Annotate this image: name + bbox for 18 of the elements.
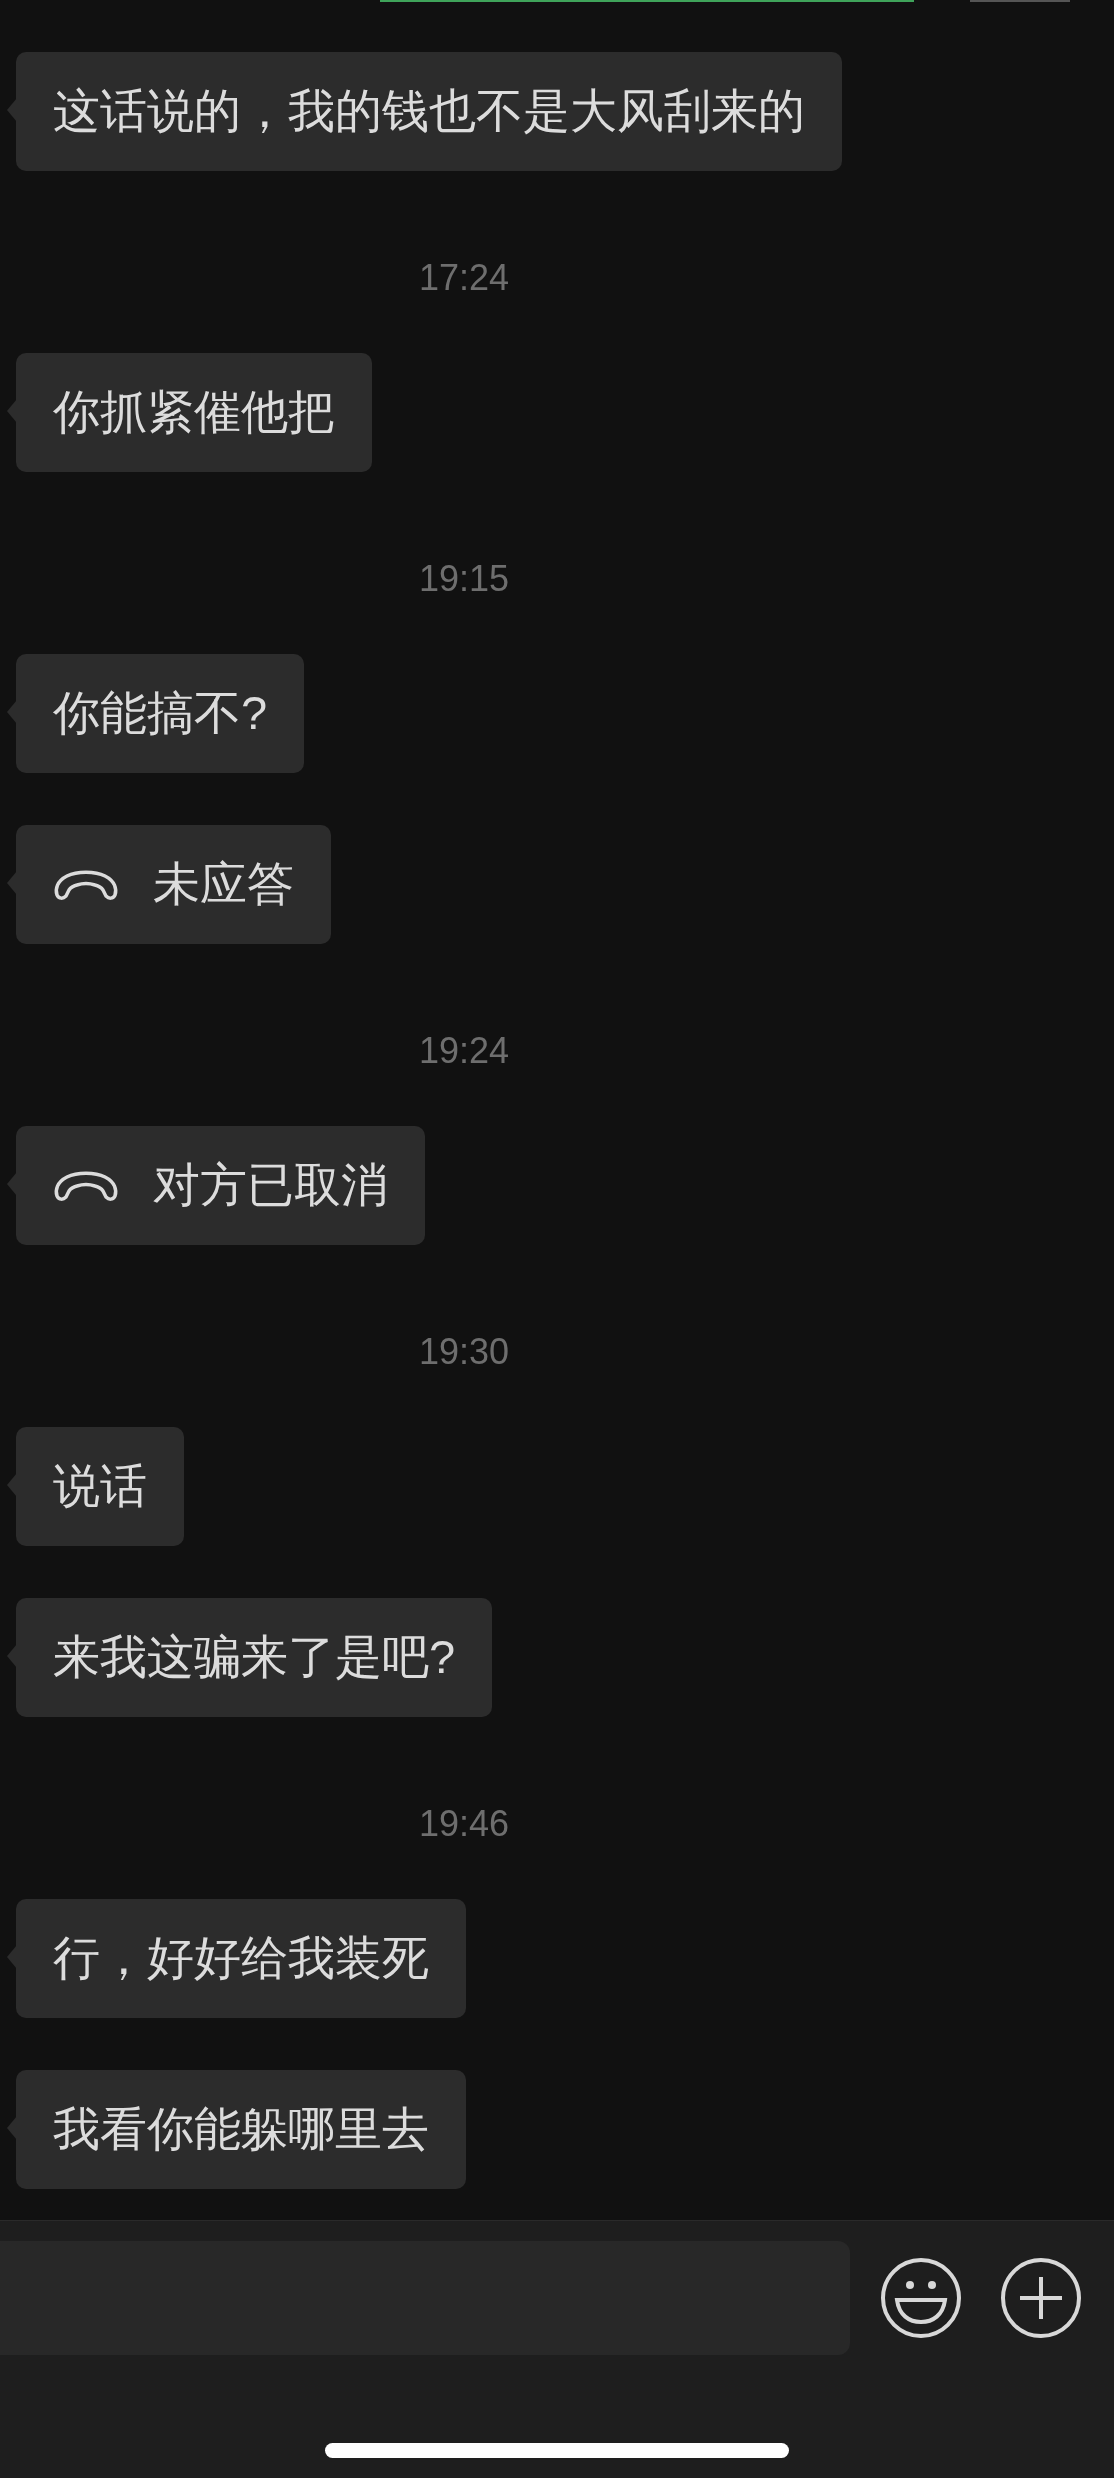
message-text: 来我这骗来了是吧? — [53, 1629, 456, 1686]
timestamp: 17:24 — [419, 256, 510, 300]
timestamp: 19:30 — [419, 1330, 510, 1374]
timestamp: 19:24 — [419, 1029, 510, 1073]
message-text: 你能搞不? — [53, 685, 268, 742]
message-text: 说话 — [53, 1458, 147, 1515]
phone-hangup-icon — [53, 1169, 119, 1202]
timestamp: 19:15 — [419, 557, 510, 601]
timestamp: 19:46 — [419, 1802, 510, 1846]
add-icon[interactable] — [1000, 2257, 1082, 2339]
message-text: 我看你能躲哪里去 — [53, 2101, 429, 2158]
message-text: 行，好好给我装死 — [53, 1930, 429, 1987]
message-text: 对方已取消 — [153, 1157, 388, 1214]
message-text: 未应答 — [153, 856, 294, 913]
message-text: 这话说的，我的钱也不是大风刮来的 — [53, 83, 805, 140]
message-text: 你抓紧催他把 — [53, 384, 335, 441]
phone-hangup-icon — [53, 868, 119, 901]
emoji-icon[interactable] — [880, 2257, 962, 2339]
